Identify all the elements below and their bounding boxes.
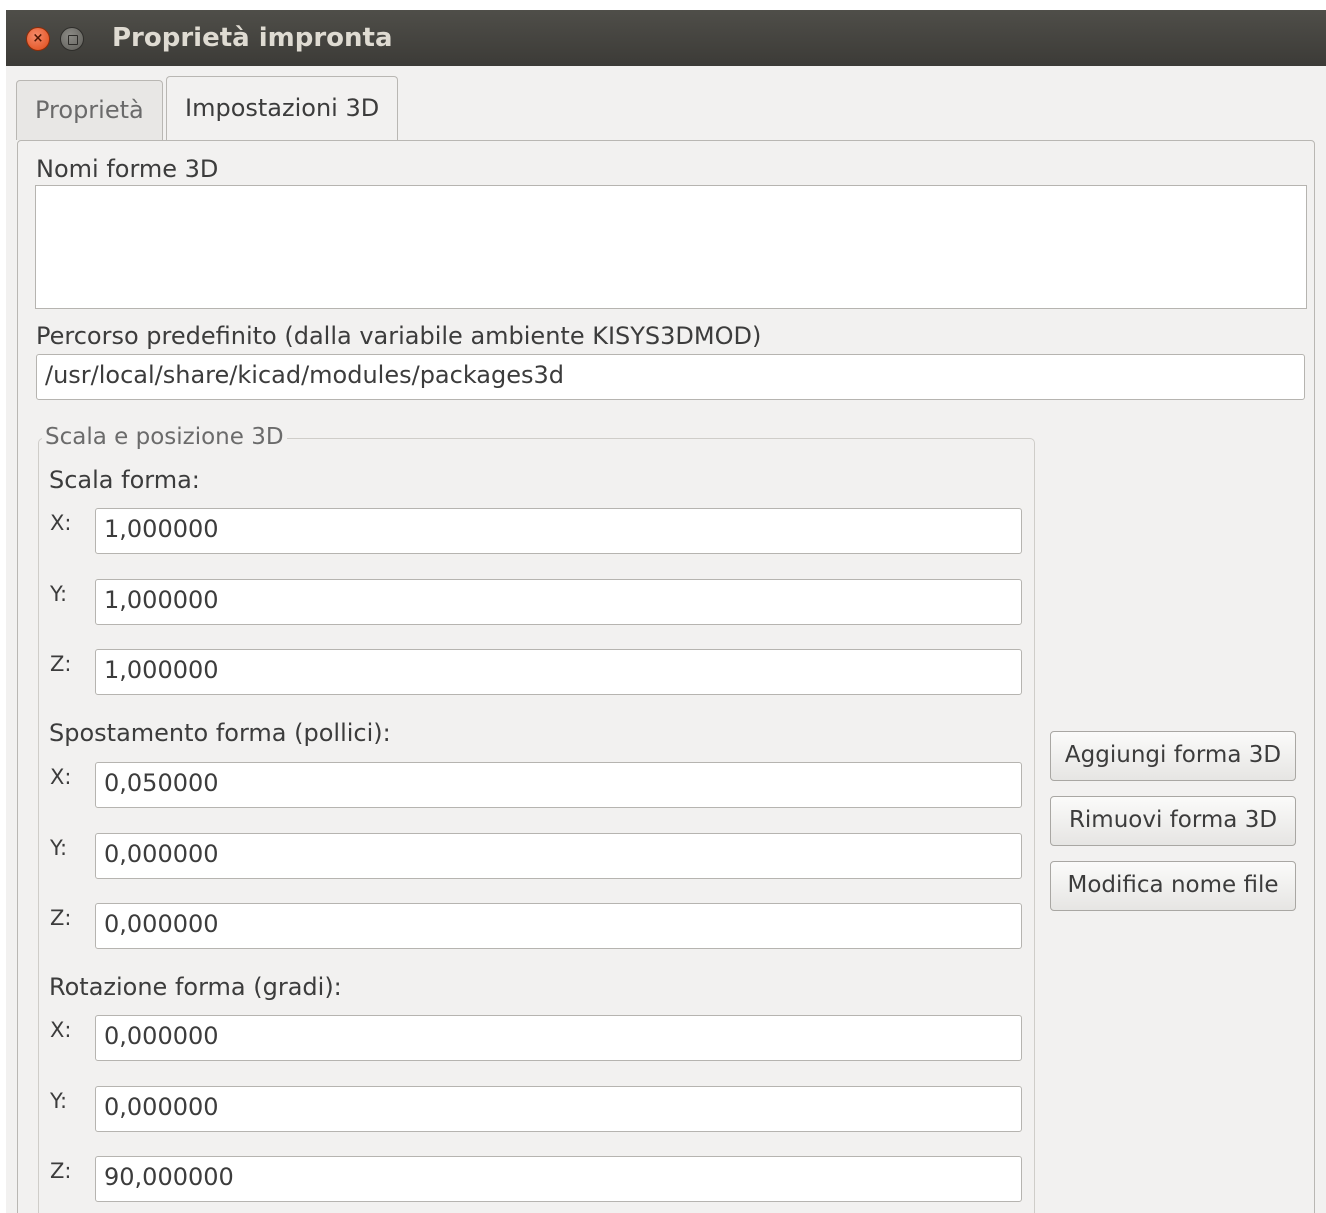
- default-path-input[interactable]: /usr/local/share/kicad/modules/packages3…: [36, 354, 1305, 400]
- title-bar[interactable]: × Proprietà impronta: [6, 10, 1326, 66]
- tab-impostazioni-3d[interactable]: Impostazioni 3D: [166, 76, 399, 142]
- scale-y-label: Y:: [50, 582, 68, 606]
- scale-x-input[interactable]: 1,000000: [95, 508, 1022, 554]
- minimize-icon[interactable]: [60, 27, 84, 51]
- close-icon[interactable]: ×: [26, 27, 50, 51]
- offset-z-label: Z:: [50, 906, 72, 930]
- offset-x-label: X:: [50, 765, 72, 789]
- default-path-label: Percorso predefinito (dalla variabile am…: [36, 322, 762, 350]
- window-title: Proprietà impronta: [112, 23, 393, 53]
- offset-z-input[interactable]: 0,000000: [95, 903, 1022, 949]
- rotation-z-label: Z:: [50, 1159, 72, 1183]
- offset-y-input[interactable]: 0,000000: [95, 833, 1022, 879]
- shape-rotation-label: Rotazione forma (gradi):: [49, 973, 342, 1001]
- scale-z-input[interactable]: 1,000000: [95, 649, 1022, 695]
- dialog-window: × Proprietà impronta Proprietà Impostazi…: [6, 10, 1326, 1213]
- rotation-y-input[interactable]: 0,000000: [95, 1086, 1022, 1132]
- edit-filename-button[interactable]: Modifica nome file: [1050, 861, 1296, 911]
- scale-z-label: Z:: [50, 652, 72, 676]
- offset-x-input[interactable]: 0,050000: [95, 762, 1022, 808]
- shape-names-label: Nomi forme 3D: [36, 155, 219, 183]
- scale-y-input[interactable]: 1,000000: [95, 579, 1022, 625]
- tab-proprieta[interactable]: Proprietà: [16, 80, 163, 140]
- rotation-y-label: Y:: [50, 1089, 68, 1113]
- shape-offset-label: Spostamento forma (pollici):: [49, 719, 391, 747]
- rotation-x-input[interactable]: 0,000000: [95, 1015, 1022, 1061]
- rotation-z-input[interactable]: 90,000000: [95, 1156, 1022, 1202]
- remove-3d-shape-button[interactable]: Rimuovi forma 3D: [1050, 796, 1296, 846]
- offset-y-label: Y:: [50, 836, 68, 860]
- rotation-x-label: X:: [50, 1018, 72, 1042]
- scale-x-label: X:: [50, 511, 72, 535]
- add-3d-shape-button[interactable]: Aggiungi forma 3D: [1050, 731, 1296, 781]
- shape-names-list[interactable]: [35, 185, 1307, 309]
- scale-position-group-title: Scala e posizione 3D: [42, 424, 287, 450]
- shape-scale-label: Scala forma:: [49, 466, 200, 494]
